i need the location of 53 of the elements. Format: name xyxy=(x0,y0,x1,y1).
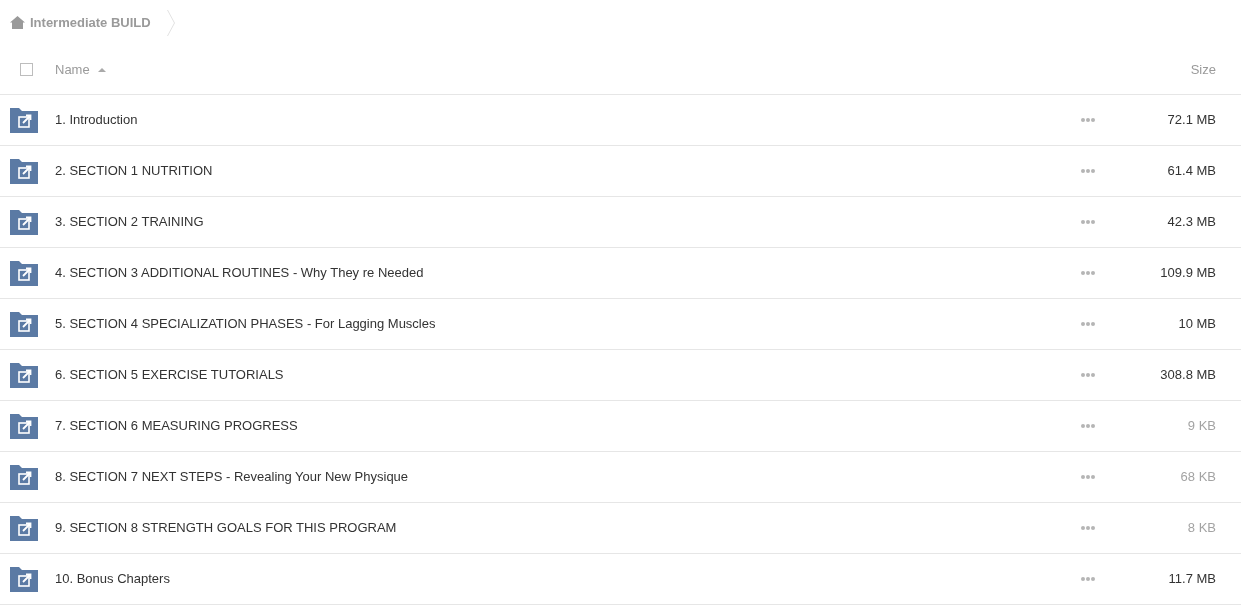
file-size-text: 9 KB xyxy=(1187,417,1216,436)
more-icon xyxy=(1081,220,1095,224)
more-options-button[interactable] xyxy=(1080,370,1096,380)
shared-folder-icon xyxy=(10,464,38,490)
home-icon xyxy=(10,16,25,29)
more-options-button[interactable] xyxy=(1080,472,1096,482)
shared-folder-icon xyxy=(10,158,38,184)
more-icon xyxy=(1081,424,1095,428)
folder-name-link[interactable]: 1. Introduction xyxy=(55,110,138,130)
shared-folder-icon xyxy=(10,260,38,286)
more-icon xyxy=(1081,373,1095,377)
more-options-button[interactable] xyxy=(1080,319,1096,329)
file-size-text: 72.1 MB xyxy=(1167,111,1216,130)
folder-name-link[interactable]: 5. SECTION 4 SPECIALIZATION PHASES - For Lagging Muscles xyxy=(55,314,436,334)
more-icon xyxy=(1081,322,1095,326)
folder-name-link[interactable]: 7. SECTION 6 MEASURING PROGRESS xyxy=(55,416,298,436)
more-icon xyxy=(1081,169,1095,173)
more-icon xyxy=(1081,118,1095,122)
chevron-separator-icon xyxy=(166,9,175,36)
more-options-button[interactable] xyxy=(1080,166,1096,176)
folder-name-link[interactable]: 4. SECTION 3 ADDITIONAL ROUTINES - Why They re Needed xyxy=(55,263,424,283)
more-icon xyxy=(1081,475,1095,479)
more-options-button[interactable] xyxy=(1080,421,1096,431)
file-size-text: 61.4 MB xyxy=(1167,162,1216,181)
folder-name-link[interactable]: 2. SECTION 1 NUTRITION xyxy=(55,161,213,181)
file-size-text: 308.8 MB xyxy=(1160,366,1216,385)
file-size-text: 8 KB xyxy=(1187,519,1216,538)
folder-name-link[interactable]: 3. SECTION 2 TRAINING xyxy=(55,212,204,232)
shared-folder-icon xyxy=(10,566,38,592)
folder-name-link[interactable]: 8. SECTION 7 NEXT STEPS - Revealing Your New Physique xyxy=(55,467,409,487)
file-size-text: 10 MB xyxy=(1178,315,1216,334)
file-size-text: 109.9 MB xyxy=(1160,264,1216,283)
shared-folder-icon xyxy=(10,209,38,235)
more-options-button[interactable] xyxy=(1080,217,1096,227)
more-options-button[interactable] xyxy=(1080,268,1096,278)
more-icon xyxy=(1081,526,1095,530)
file-size-text: 68 KB xyxy=(1180,468,1216,487)
folder-name-link[interactable]: 9. SECTION 8 STRENGTH GOALS FOR THIS PROGRAM xyxy=(55,518,397,538)
shared-folder-icon xyxy=(10,362,38,388)
more-options-button[interactable] xyxy=(1080,523,1096,533)
more-icon xyxy=(1081,577,1095,581)
shared-folder-icon xyxy=(10,107,38,133)
more-options-button[interactable] xyxy=(1080,574,1096,584)
more-options-button[interactable] xyxy=(1080,115,1096,125)
shared-folder-icon xyxy=(10,311,38,337)
shared-folder-icon xyxy=(10,515,38,541)
select-all-checkbox[interactable] xyxy=(20,63,33,76)
folder-name-link[interactable]: 10. Bonus Chapters xyxy=(55,569,170,589)
file-size-text: 11.7 MB xyxy=(1168,570,1216,589)
folder-name-link[interactable]: 6. SECTION 5 EXERCISE TUTORIALS xyxy=(55,365,284,385)
file-size-text: 42.3 MB xyxy=(1167,213,1216,232)
more-icon xyxy=(1081,271,1095,275)
shared-folder-icon xyxy=(10,413,38,439)
